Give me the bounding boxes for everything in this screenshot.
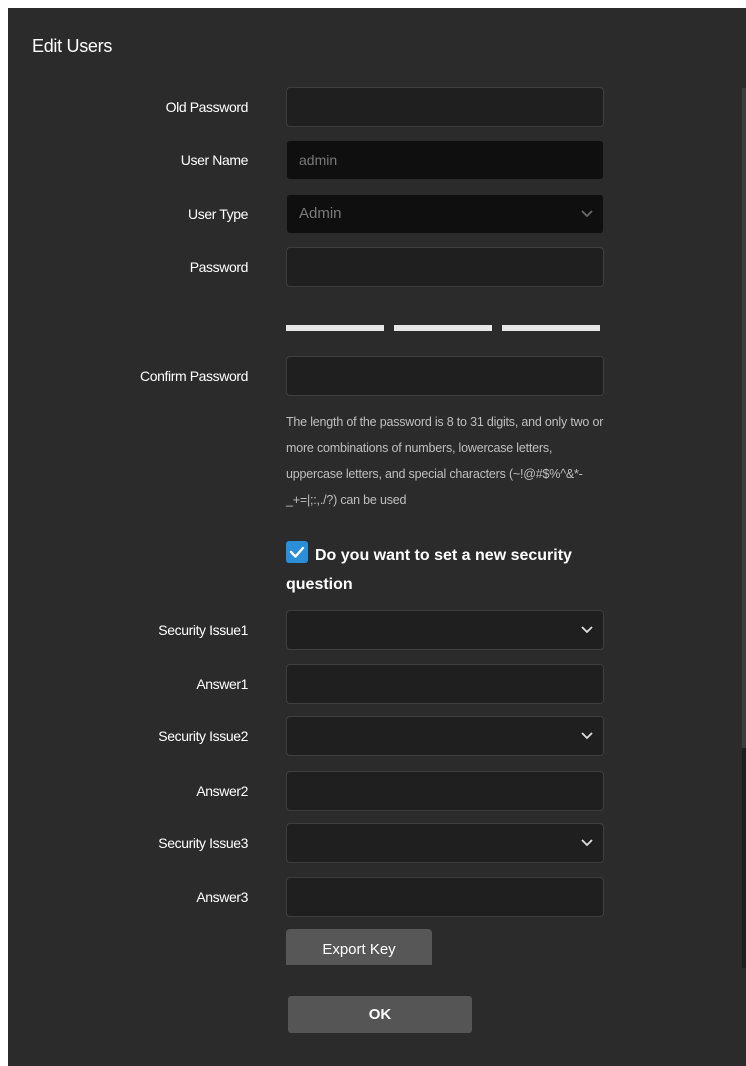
old-password-label: Old Password	[165, 99, 249, 115]
old-password-input[interactable]	[286, 87, 604, 127]
export-key-button[interactable]: Export Key	[286, 929, 432, 965]
security-question-label-line1[interactable]: Do you want to set a new security	[315, 541, 605, 570]
answer3-input[interactable]	[286, 877, 604, 917]
user-name-input: admin	[286, 140, 604, 180]
password-strength-bar-1	[286, 325, 384, 331]
security-question-checkbox[interactable]	[286, 541, 308, 563]
chevron-down-icon	[581, 839, 593, 847]
answer3-label: Answer3	[196, 889, 248, 905]
password-rules-hint: The length of the password is 8 to 31 di…	[286, 415, 604, 507]
password-label: Password	[189, 259, 249, 275]
user-type-select: Admin	[286, 194, 604, 234]
chevron-down-icon	[581, 210, 593, 218]
chevron-down-icon	[581, 626, 593, 634]
security-question-label-line2[interactable]: question	[286, 570, 353, 599]
ok-button[interactable]: OK	[288, 996, 472, 1033]
security-issue1-select[interactable]	[286, 610, 604, 650]
password-strength-bar-3	[502, 325, 600, 331]
password-input[interactable]	[286, 247, 604, 287]
user-type-value: Admin	[299, 205, 342, 222]
checkmark-icon	[289, 546, 305, 558]
password-strength-bar-2	[394, 325, 492, 331]
dialog-title: Edit Users	[32, 36, 113, 56]
security-issue2-select[interactable]	[286, 716, 604, 756]
security-issue2-label: Security Issue2	[158, 728, 248, 744]
scrollbar-thumb[interactable]	[742, 88, 746, 748]
user-type-label: User Type	[188, 206, 248, 222]
answer1-input[interactable]	[286, 664, 604, 704]
confirm-password-label: Confirm Password	[140, 368, 248, 384]
user-name-label: User Name	[180, 152, 249, 168]
security-issue3-select[interactable]	[286, 823, 604, 863]
answer2-label: Answer2	[196, 783, 248, 799]
chevron-down-icon	[581, 732, 593, 740]
confirm-password-input[interactable]	[286, 356, 604, 396]
answer1-label: Answer1	[196, 676, 248, 692]
security-issue3-label: Security Issue3	[158, 835, 248, 851]
user-name-value: admin	[299, 152, 338, 168]
security-issue1-label: Security Issue1	[158, 622, 248, 638]
scrollbar[interactable]	[742, 88, 746, 968]
answer2-input[interactable]	[286, 771, 604, 811]
